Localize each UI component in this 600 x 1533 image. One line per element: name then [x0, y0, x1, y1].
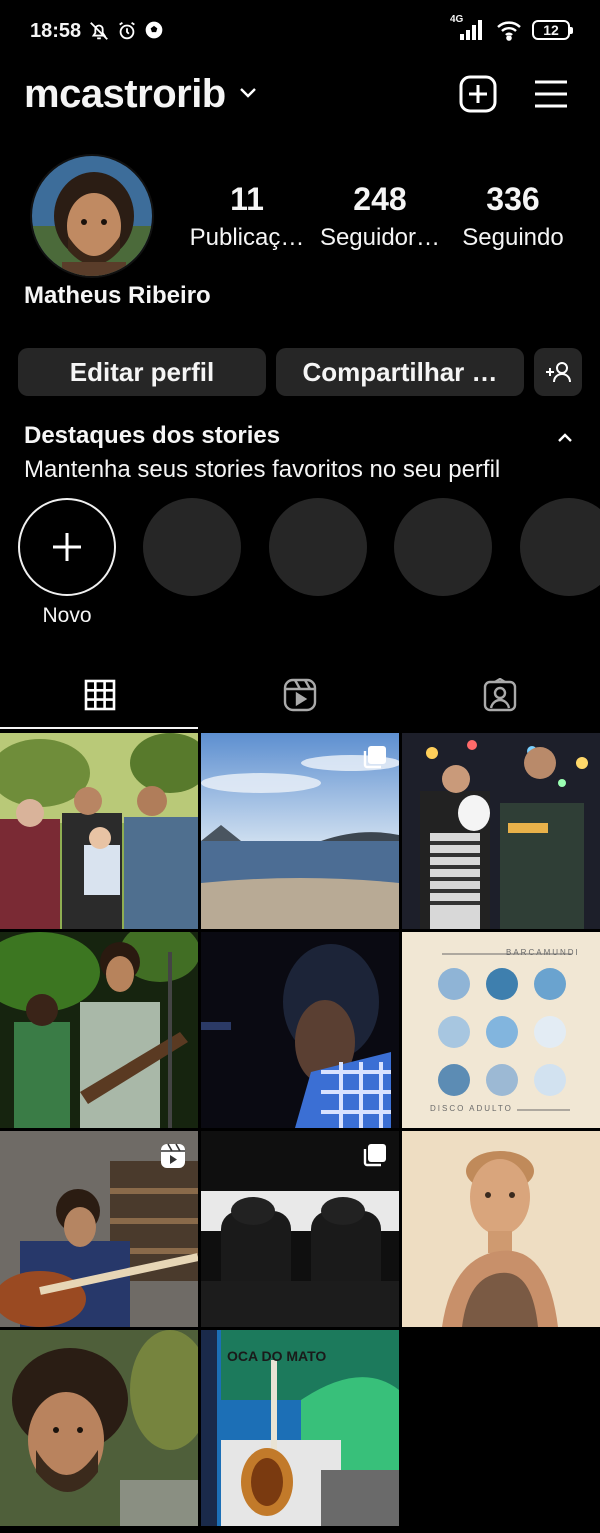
post-tile[interactable] [0, 1131, 198, 1327]
new-highlight-button[interactable] [18, 498, 116, 596]
add-person-icon [546, 362, 571, 383]
stat-label: Publicaç… [189, 224, 305, 251]
post-tile[interactable] [0, 1330, 198, 1526]
stat-label: Seguidor… [319, 224, 441, 251]
new-highlight-label: Novo [42, 604, 92, 627]
status-time: 18:58 [30, 20, 82, 42]
album-title: BARCAMUNDI [506, 948, 580, 957]
profile-header: mcastrorib [0, 64, 600, 126]
active-tab-indicator [0, 727, 198, 729]
status-bar: 18:58 4G 12 [0, 0, 600, 64]
highlight-placeholder [143, 498, 241, 596]
stat-following[interactable]: 336 Seguindo [452, 180, 574, 258]
hamburger-menu-icon[interactable] [532, 76, 570, 112]
highlight-placeholder [520, 498, 600, 596]
share-profile-button[interactable]: Compartilhar … [276, 348, 524, 396]
stage-banner-text: OCA DO MATO [227, 1348, 327, 1364]
stat-value: 248 [353, 181, 407, 217]
grid-icon [84, 679, 116, 711]
signal-icon: 4G [450, 14, 486, 42]
profile-tabs [0, 660, 600, 730]
reels-icon [283, 678, 317, 712]
alarm-icon [119, 21, 135, 40]
highlight-placeholder [269, 498, 367, 596]
tagged-person-icon [483, 678, 517, 712]
battery-level: 12 [543, 22, 559, 38]
avatar[interactable] [30, 154, 154, 278]
post-tile[interactable] [201, 1131, 399, 1327]
bell-off-icon [90, 22, 108, 40]
edit-profile-button[interactable]: Editar perfil [18, 348, 266, 396]
post-tile[interactable] [402, 1131, 600, 1327]
stat-label: Seguindo [462, 224, 564, 251]
discover-people-button[interactable] [534, 348, 582, 396]
post-tile[interactable] [402, 733, 600, 929]
highlights-title: Destaques dos stories [24, 422, 281, 449]
plus-square-icon[interactable] [458, 74, 498, 114]
tab-tagged[interactable] [400, 660, 600, 730]
post-tile[interactable] [0, 733, 198, 929]
post-tile[interactable] [0, 932, 198, 1128]
post-tile[interactable] [201, 733, 399, 929]
highlights-subtitle: Mantenha seus stories favoritos no seu p… [24, 456, 501, 483]
status-notification-icons [88, 20, 164, 42]
battery-icon: 12 [532, 20, 573, 40]
wifi-icon [497, 21, 521, 41]
stat-value: 11 [230, 181, 264, 217]
stat-posts[interactable]: 11 Publicaç… [186, 180, 308, 258]
carousel-icon [363, 1144, 386, 1167]
stat-value: 336 [486, 181, 540, 217]
post-tile[interactable] [201, 932, 399, 1128]
post-tile[interactable]: OCA DO MATO [201, 1330, 399, 1526]
username-switcher[interactable]: mcastrorib [24, 72, 226, 117]
soccer-ball-icon [145, 21, 163, 39]
album-subtitle: DISCO ADULTO [430, 1104, 517, 1113]
tab-grid[interactable] [0, 660, 200, 730]
chevron-down-icon[interactable] [238, 84, 258, 100]
stat-followers[interactable]: 248 Seguidor… [318, 180, 442, 258]
post-tile[interactable]: BARCAMUNDI DISCO ADULTO [402, 932, 600, 1128]
status-system-icons: 4G 12 [450, 14, 573, 42]
tab-reels[interactable] [200, 660, 400, 730]
highlight-placeholder [394, 498, 492, 596]
reel-icon [161, 1143, 185, 1168]
chevron-up-icon[interactable] [555, 430, 575, 444]
display-name: Matheus Ribeiro [24, 282, 211, 309]
network-type: 4G [450, 14, 464, 25]
plus-icon [53, 533, 81, 561]
carousel-icon [363, 746, 386, 769]
